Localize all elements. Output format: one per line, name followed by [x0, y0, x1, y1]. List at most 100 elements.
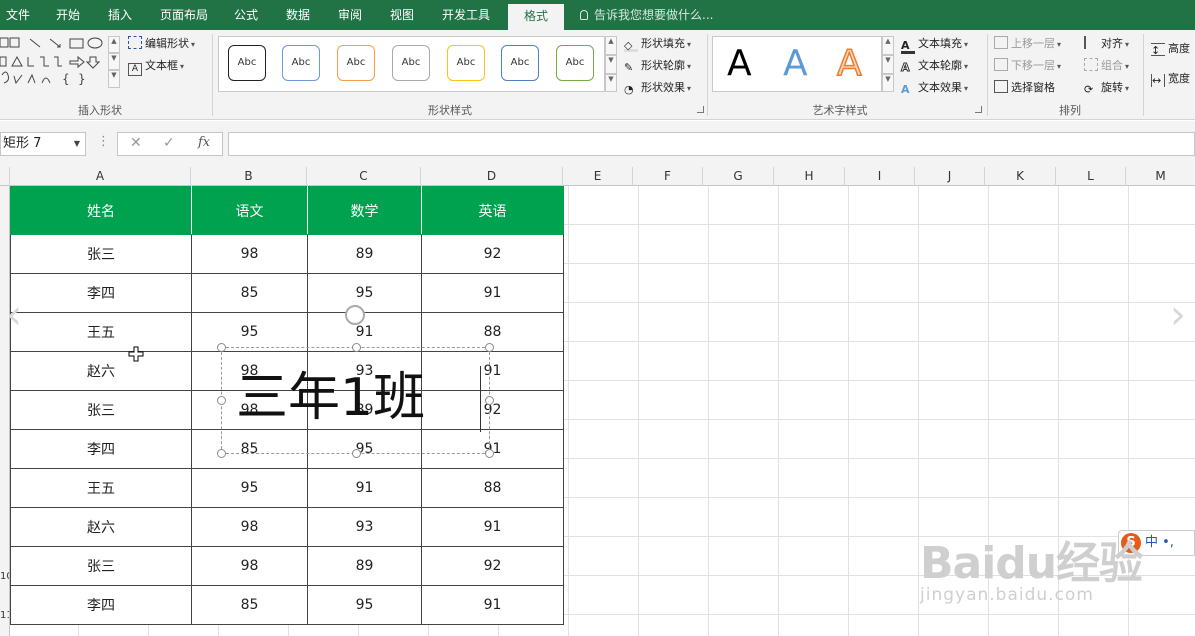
height-field[interactable]: ↕ 高度 [1151, 40, 1190, 57]
resize-handle[interactable] [485, 396, 494, 405]
text-fill-button[interactable]: A 文本填充 ▾ [901, 35, 968, 54]
rotate-handle-icon[interactable] [345, 305, 365, 325]
tab-insert[interactable]: 插入 [96, 0, 144, 30]
tell-me-search[interactable]: 告诉我您想要做什么... [580, 0, 713, 30]
function-icon[interactable]: fx [198, 135, 210, 150]
table-cell[interactable]: 王五 [10, 468, 192, 508]
header-cell[interactable]: 姓名 [10, 186, 192, 235]
tab-format[interactable]: 格式 [508, 4, 564, 30]
column-header[interactable]: K [985, 167, 1056, 186]
wordart-style-blue[interactable]: A [783, 41, 808, 87]
table-cell[interactable]: 92 [421, 234, 564, 274]
shape-gallery[interactable]: { } [0, 35, 106, 91]
shape-effects-button[interactable]: ◔ 形状效果 ▾ [624, 79, 691, 96]
row-header[interactable]: 11 [0, 610, 9, 621]
column-header[interactable]: B [191, 167, 307, 186]
column-header[interactable]: M [1126, 167, 1195, 186]
table-cell[interactable]: 92 [421, 546, 564, 586]
header-cell[interactable]: 数学 [307, 186, 422, 235]
wordart-launcher-icon[interactable] [975, 106, 982, 113]
row-header[interactable]: 10 [0, 571, 9, 582]
send-backward-button[interactable]: 下移一层 ▾ [994, 57, 1061, 73]
shape-style-6[interactable]: Abc [501, 45, 539, 81]
table-cell[interactable]: 95 [307, 273, 422, 313]
table-cell[interactable]: 89 [307, 546, 422, 586]
shape-outline-button[interactable]: ✎ 形状轮廓 ▾ [624, 57, 691, 74]
shape-style-5[interactable]: Abc [447, 45, 485, 81]
column-header[interactable]: A [10, 167, 191, 186]
styles-more[interactable]: ▼ [605, 74, 617, 92]
column-header[interactable]: I [845, 167, 915, 186]
table-cell[interactable]: 王五 [10, 312, 192, 352]
tab-developer[interactable]: 开发工具 [432, 0, 500, 30]
table-cell[interactable]: 98 [191, 507, 308, 547]
shape-style-2[interactable]: Abc [282, 45, 320, 81]
table-cell[interactable]: 91 [421, 273, 564, 313]
text-effects-button[interactable]: A 文本效果 ▾ [901, 79, 968, 96]
tab-page-layout[interactable]: 页面布局 [152, 0, 216, 30]
enter-icon[interactable]: ✓ [163, 135, 175, 151]
resize-handle[interactable] [217, 343, 226, 352]
table-cell[interactable]: 李四 [10, 429, 192, 469]
wordart-scroll-down[interactable]: ▼ [882, 55, 894, 74]
table-cell[interactable]: 98 [191, 234, 308, 274]
tab-review[interactable]: 审阅 [328, 0, 372, 30]
column-header[interactable]: H [774, 167, 845, 186]
table-cell[interactable]: 91 [421, 585, 564, 625]
table-cell[interactable]: 89 [307, 234, 422, 274]
table-cell[interactable]: 赵六 [10, 351, 192, 391]
shape-style-1[interactable]: Abc [228, 45, 266, 81]
selection-pane-button[interactable]: 选择窗格 [994, 79, 1055, 95]
shape-style-7[interactable]: Abc [556, 45, 594, 81]
column-header[interactable]: L [1056, 167, 1126, 186]
table-cell[interactable]: 李四 [10, 273, 192, 313]
table-cell[interactable]: 李四 [10, 585, 192, 625]
wordart-style-orange[interactable]: A [836, 41, 862, 87]
resize-handle[interactable] [485, 449, 494, 458]
shape-style-4[interactable]: Abc [392, 45, 430, 81]
edit-shape-button[interactable]: 编辑形状 ▾ [128, 35, 195, 51]
table-cell[interactable]: 91 [421, 507, 564, 547]
tab-file[interactable]: 文件 [0, 0, 36, 30]
table-cell[interactable]: 85 [191, 585, 308, 625]
table-cell[interactable]: 91 [307, 468, 422, 508]
styles-scroll-up[interactable]: ▲ [605, 36, 617, 55]
header-cell[interactable]: 英语 [421, 186, 564, 235]
tab-data[interactable]: 数据 [276, 0, 320, 30]
shapes-more[interactable]: ▼ [108, 70, 120, 88]
table-cell[interactable]: 张三 [10, 234, 192, 274]
align-button[interactable]: 对齐 ▾ [1084, 35, 1129, 51]
formula-input[interactable] [228, 132, 1195, 156]
shape-styles-launcher-icon[interactable] [697, 106, 704, 113]
cancel-icon[interactable]: ✕ [130, 135, 142, 151]
table-cell[interactable]: 88 [421, 468, 564, 508]
column-header[interactable]: G [703, 167, 774, 186]
shapes-scroll-up[interactable]: ▲ [108, 36, 120, 53]
table-cell[interactable]: 赵六 [10, 507, 192, 547]
table-cell[interactable]: 91 [307, 312, 422, 352]
table-cell[interactable]: 85 [191, 273, 308, 313]
styles-scroll-down[interactable]: ▼ [605, 55, 617, 74]
shape-fill-button[interactable]: ◇ 形状填充 ▾ [624, 35, 691, 52]
table-cell[interactable]: 98 [191, 546, 308, 586]
resize-handle[interactable] [352, 449, 361, 458]
table-cell[interactable]: 95 [307, 585, 422, 625]
resize-handle[interactable] [217, 449, 226, 458]
name-box[interactable]: 矩形 7 ▼ [0, 132, 86, 156]
column-header[interactable]: C [307, 167, 421, 186]
resize-handle[interactable] [217, 396, 226, 405]
column-header[interactable]: F [633, 167, 703, 186]
tab-view[interactable]: 视图 [380, 0, 424, 30]
rotate-button[interactable]: ⟳ 旋转 ▾ [1084, 79, 1129, 96]
tab-formulas[interactable]: 公式 [224, 0, 268, 30]
header-cell[interactable]: 语文 [191, 186, 308, 235]
wordart-scroll-up[interactable]: ▲ [882, 36, 894, 55]
select-all-corner[interactable] [0, 167, 10, 186]
column-header[interactable]: E [563, 167, 633, 186]
table-cell[interactable]: 95 [191, 468, 308, 508]
table-cell[interactable]: 张三 [10, 546, 192, 586]
table-cell[interactable]: 张三 [10, 390, 192, 430]
shapes-scroll-down[interactable]: ▼ [108, 53, 120, 70]
bring-forward-button[interactable]: 上移一层 ▾ [994, 35, 1061, 51]
table-cell[interactable]: 93 [307, 507, 422, 547]
